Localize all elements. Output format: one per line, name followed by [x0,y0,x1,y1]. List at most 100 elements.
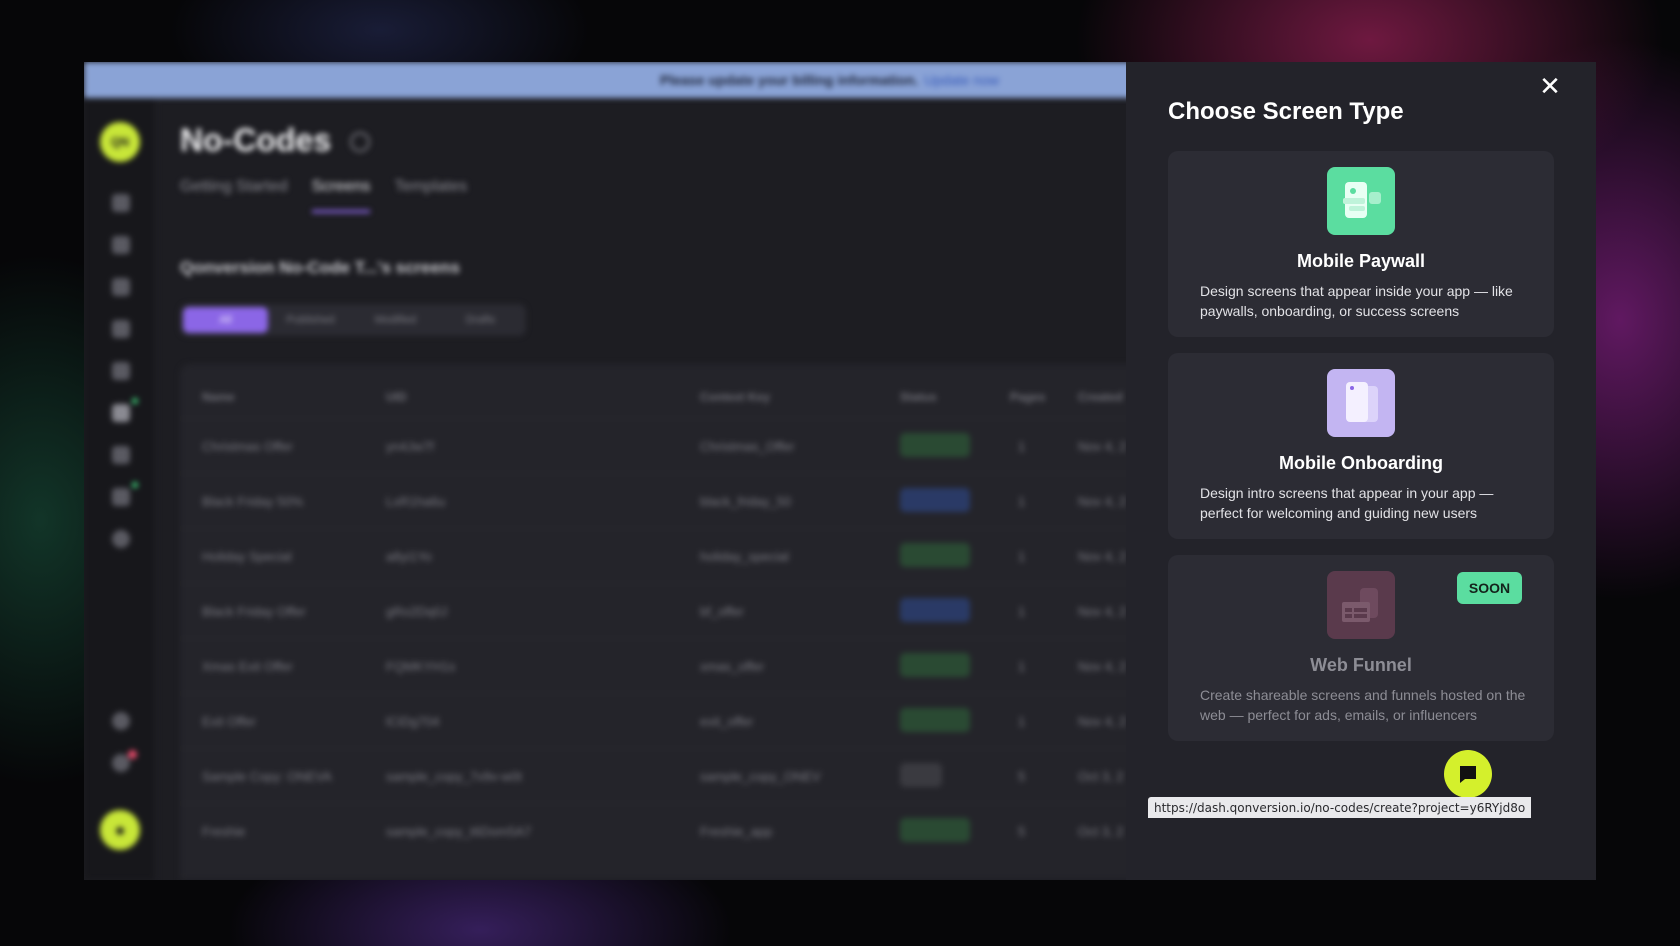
cell-uid: LxR1ha6u [386,494,446,509]
page-title: No-Codes [180,122,332,158]
cell-name: Exit Offer [202,714,256,729]
main-content: No-Codes Getting Started Screens Templat… [180,98,1210,880]
status-badge: Modified [900,488,970,512]
table-row[interactable]: Freshie sample_copy_t6Dom5A7 Freshie_app 5 O… [180,803,1210,858]
users-icon[interactable] [112,236,130,254]
billing-banner-text: Please update your billing information. [660,72,919,88]
status-badge: Draft [900,763,942,787]
settings-icon[interactable] [112,530,130,548]
cell-pages: 1 [1018,714,1026,729]
status-badge: Published [900,708,970,732]
close-icon[interactable]: ✕ [1538,73,1562,99]
cell-created: Nov 4, 2 [1078,549,1127,564]
card-title: Mobile Onboarding [1279,453,1443,473]
status-filter: All Published Modified Drafts [180,304,526,336]
tab-getting-started[interactable]: Getting Started [180,178,288,213]
new-indicator-dot [132,482,138,488]
status-bar-url: https://dash.qonversion.io/no-codes/crea… [1148,797,1532,818]
cell-uid: yn4Jw7f [386,439,434,454]
table-header: Name UID Context Key Status Pages Create… [180,390,1210,410]
cell-context-key: xmas_offer [700,659,765,674]
chat-support-button[interactable] [1444,750,1492,798]
lightbulb-icon[interactable] [112,712,130,730]
cell-name: Freshie [202,824,246,839]
notification-badge [128,750,137,759]
cell-pages: 1 [1018,494,1026,509]
cell-uid: a8yi1Yo [386,549,432,564]
lock-icon[interactable] [112,362,130,380]
cell-name: Holiday Special [202,549,292,564]
status-badge: Published [900,653,970,677]
filter-drafts[interactable]: Drafts [438,307,523,333]
soon-badge: SOON [1457,572,1522,604]
update-now-link[interactable]: Update now [924,72,999,88]
cell-uid: gRo2Dq0J [386,604,448,619]
table-row[interactable]: Black Friday 50% LxR1ha6u black_friday_50 1… [180,473,1210,528]
chat-icon [1460,766,1476,783]
table-row[interactable]: Xmas Exit Offer FQMKYH1s xmas_offer 1 Nov 4,… [180,638,1210,693]
cell-uid: sample_copy_t6Dom5A7 [386,824,532,839]
cell-pages: 1 [1018,439,1026,454]
card-description: Create shareable screens and funnels hos… [1200,687,1526,723]
filter-published[interactable]: Published [268,307,353,333]
cell-created: Nov 4, 2 [1078,439,1127,454]
onboarding-icon [1327,369,1395,437]
screens-table: Name UID Context Key Status Pages Create… [180,364,1210,880]
column-uid[interactable]: UID [386,390,407,404]
app-window: Please update your billing information. … [84,62,1596,880]
column-context-key[interactable]: Context Key [700,390,770,404]
filter-modified[interactable]: Modified [353,307,438,333]
flows-icon[interactable] [112,278,130,296]
cell-context-key: sample_copy_ONEV [700,769,821,784]
no-codes-icon[interactable] [112,404,130,422]
notifications-icon[interactable] [112,754,130,772]
cell-uid: FQMKYH1s [386,659,456,674]
table-row[interactable]: Holiday Special a8yi1Yo holiday_special 1 No… [180,528,1210,583]
info-icon[interactable] [350,132,370,152]
column-status[interactable]: Status [900,390,937,404]
new-indicator-dot [132,398,138,404]
cell-created: Oct 3, 2 [1078,769,1124,784]
mobile-onboarding-card[interactable]: Mobile Onboarding Design intro screens t… [1168,353,1554,539]
cell-created: Nov 4, 2 [1078,494,1127,509]
cell-name: Black Friday Offer [202,604,306,619]
table-row[interactable]: Sample Copy: ONEVA sample_copy_7v9v-w0t sa… [180,748,1210,803]
integrations-icon[interactable] [112,488,130,506]
status-badge: Modified [900,598,970,622]
tab-screens[interactable]: Screens [311,178,371,213]
card-description: Design screens that appear inside your a… [1200,283,1513,319]
card-description: Design intro screens that appear in your… [1200,485,1494,521]
status-badge: Published [900,818,970,842]
column-pages: Pages [1010,390,1046,404]
analytics-icon[interactable] [112,194,130,212]
column-name[interactable]: Name [202,390,235,404]
table-row[interactable]: Black Friday Offer gRo2Dq0J bf_offer 1 Nov 4… [180,583,1210,638]
cell-name: Xmas Exit Offer [202,659,293,674]
cell-pages: 1 [1018,549,1026,564]
table-row[interactable]: Exit Offer lCiDg704 exit_offer 1 Nov 4, 2 Pub… [180,693,1210,748]
web-funnel-icon [1327,571,1395,639]
tab-templates[interactable]: Templates [394,178,467,213]
card-title: Mobile Paywall [1296,251,1426,271]
cell-pages: 5 [1018,769,1026,784]
cell-pages: 1 [1018,659,1026,674]
cell-context-key: exit_offer [700,714,754,729]
mobile-paywall-card[interactable]: Mobile Paywall Design screens that appea… [1168,151,1554,337]
cell-context-key: holiday_special [700,549,789,564]
panel-title: Choose Screen Type [1168,98,1404,125]
cell-pages: 5 [1018,824,1026,839]
cell-created: Nov 4, 2 [1078,604,1127,619]
card-title: Web Funnel [1310,655,1412,675]
user-avatar[interactable]: ● [100,810,140,850]
project-avatar[interactable]: QN [100,122,140,162]
filter-all[interactable]: All [183,307,268,333]
table-row[interactable]: Christmas Offer yn4Jw7f Christmas_Offer 1 No… [180,418,1210,473]
paywall-icon [1327,167,1395,235]
section-title: Qonversion No-Code T...'s screens [180,258,460,277]
experiments-icon[interactable] [112,446,130,464]
cell-uid: sample_copy_7v9v-w0t [386,769,522,784]
status-badge: Published [900,433,970,457]
status-badge: Published [900,543,970,567]
rocket-icon[interactable] [112,320,130,338]
column-created: Created [1078,390,1123,404]
